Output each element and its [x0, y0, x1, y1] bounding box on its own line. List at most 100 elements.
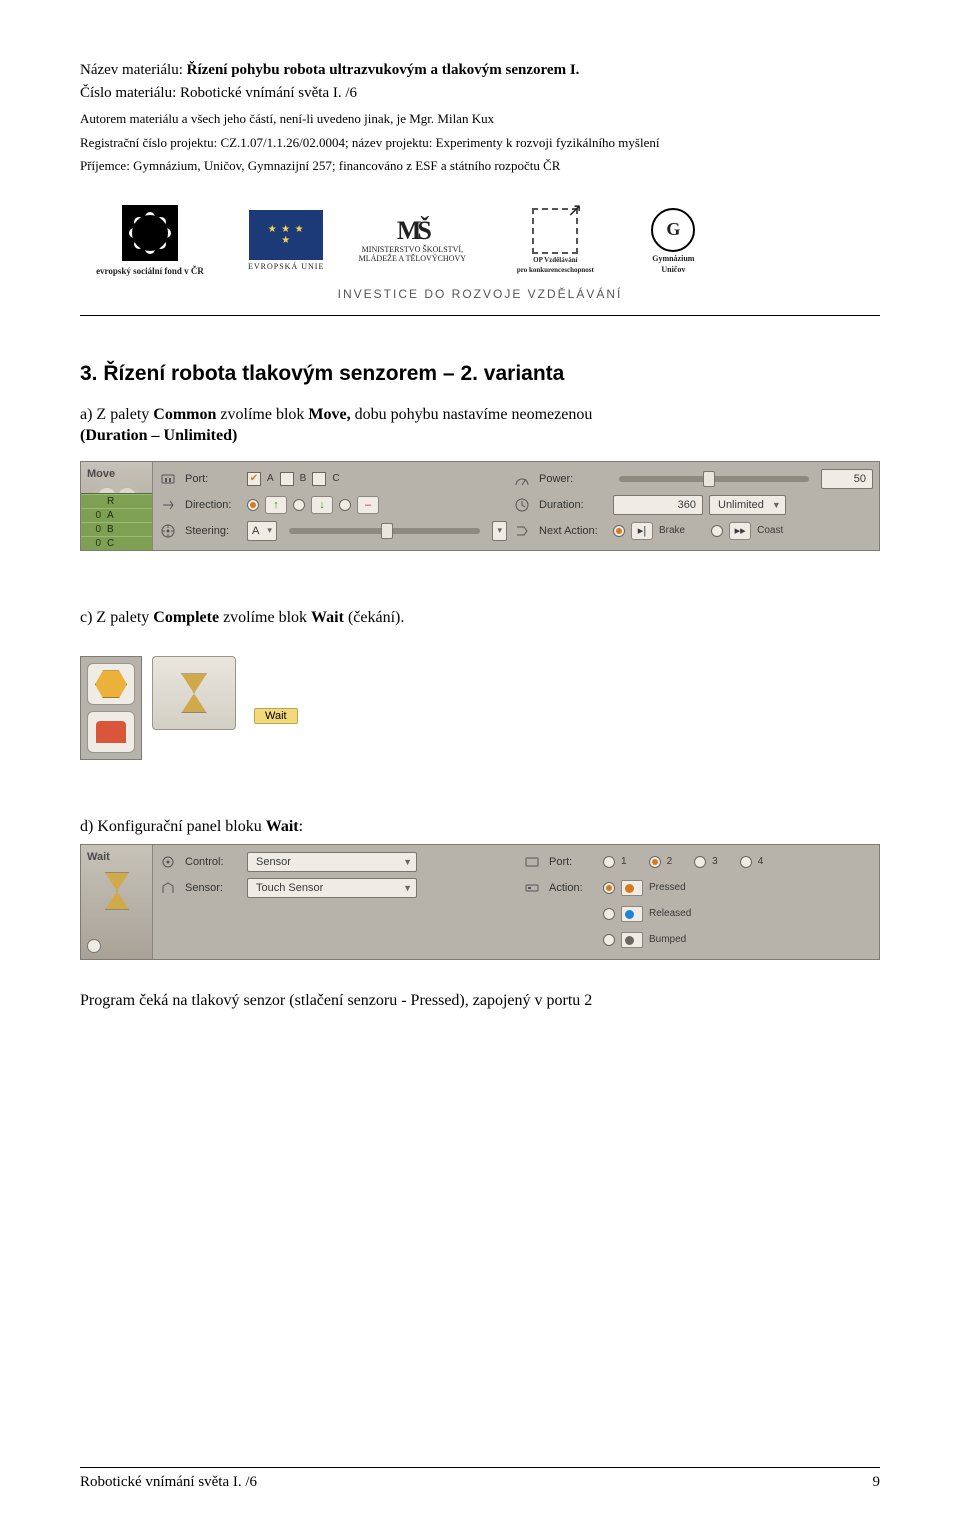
direction-label: Direction: — [185, 499, 241, 511]
opvk-logo: OP Vzdělávání pro konkurenceschopnost — [500, 208, 610, 274]
gym-line2: Uničov — [661, 265, 685, 274]
wait-port-radios: 1 2 3 4 — [603, 856, 873, 868]
released-radio[interactable] — [603, 908, 615, 920]
port1-lab: 1 — [621, 856, 627, 867]
duration-value[interactable]: 360 — [613, 495, 703, 515]
palette-slot[interactable] — [87, 663, 135, 705]
palette-strip — [80, 656, 142, 760]
logo-strip: evropský sociální fond v ČR EVROPSKÁ UNI… — [80, 197, 880, 281]
loop-block-icon — [95, 670, 127, 698]
wait-block[interactable] — [152, 656, 236, 730]
duration-icon — [513, 496, 531, 514]
port-label: Port: — [185, 473, 241, 485]
coast-icon: ▸▸ — [729, 522, 751, 540]
action-label: Action: — [549, 882, 597, 894]
control-dropdown[interactable]: Sensor▼ — [247, 852, 417, 872]
eu-caption: EVROPSKÁ UNIE — [248, 262, 324, 271]
released-label: Released — [649, 908, 691, 919]
sensor-dropdown[interactable]: Touch Sensor▼ — [247, 878, 417, 898]
esf-icon — [122, 205, 178, 261]
para-c: c) Z palety Complete zvolíme blok Wait (… — [80, 607, 880, 629]
steering-slider[interactable] — [289, 528, 481, 534]
hourglass-icon — [177, 673, 211, 713]
dir-back-radio[interactable] — [293, 499, 305, 511]
sensor-icon — [159, 879, 177, 897]
para-a-pre: a) Z palety — [80, 406, 153, 423]
reset-icon[interactable] — [87, 939, 101, 953]
brake-radio[interactable] — [613, 525, 625, 537]
opvk-line2: pro konkurenceschopnost — [517, 266, 594, 274]
port-b-checkbox[interactable] — [280, 472, 294, 486]
gym-icon: G — [651, 208, 695, 252]
port-c-lab: C — [332, 473, 339, 484]
invest-line: INVESTICE DO ROZVOJE VZDĚLÁVÁNÍ — [80, 287, 880, 301]
para-d-pre: d) Konfigurační panel bloku — [80, 818, 266, 835]
steering-icon — [159, 522, 177, 540]
coast-label: Coast — [757, 525, 783, 536]
port2-lab: 2 — [667, 856, 673, 867]
steer-right-dropdown[interactable]: ▾ — [492, 521, 507, 541]
coast-radio[interactable] — [711, 525, 723, 537]
direction-cell: ↑ ↓ – — [247, 496, 507, 514]
port4-radio[interactable] — [740, 856, 752, 868]
para-c-b1: Complete — [153, 609, 219, 626]
para-a-b1: Common — [153, 406, 216, 423]
next-action-label: Next Action: — [539, 525, 607, 537]
power-cell: 50 — [613, 469, 873, 489]
action-released-row: Released — [603, 906, 873, 922]
move-side: Move R 0A 0B 0C — [81, 462, 153, 550]
pressed-radio[interactable] — [603, 882, 615, 894]
bumped-radio[interactable] — [603, 934, 615, 946]
dir-fwd-radio[interactable] — [247, 499, 259, 511]
para-c-post: (čekání). — [344, 609, 404, 626]
port4-lab: 4 — [758, 856, 764, 867]
bumped-label: Bumped — [649, 934, 686, 945]
port-checkboxes: A B C — [247, 472, 507, 486]
wait-config-panel: Wait Control: Sensor▼ Port: 1 2 3 4 — [80, 844, 880, 960]
side-c: C — [107, 538, 114, 549]
wait-panel-name: Wait — [83, 849, 114, 865]
power-slider[interactable] — [619, 476, 809, 482]
pressed-icon — [621, 880, 643, 896]
port-label: Port: — [549, 856, 597, 868]
side-a: A — [107, 510, 114, 521]
esf-caption: evropský sociální fond v ČR — [96, 267, 204, 277]
para-program: Program čeká na tlakový senzor (stlačení… — [80, 990, 880, 1012]
palette-slot[interactable] — [87, 711, 135, 753]
brake-icon: ▸| — [631, 522, 653, 540]
side-a-n: 0 — [85, 510, 101, 521]
port-c-checkbox[interactable] — [312, 472, 326, 486]
eu-logo: EVROPSKÁ UNIE — [248, 210, 324, 271]
port2-radio[interactable] — [649, 856, 661, 868]
control-label: Control: — [185, 856, 241, 868]
chevron-down-icon: ▼ — [772, 500, 781, 510]
dir-stop-radio[interactable] — [339, 499, 351, 511]
steer-left-dropdown[interactable]: A▾ — [247, 521, 277, 541]
next-action-cell: ▸| Brake ▸▸ Coast — [613, 522, 873, 540]
eu-flag-icon — [249, 210, 323, 260]
side-c-n: 0 — [85, 538, 101, 549]
sensor-label: Sensor: — [185, 882, 241, 894]
msmt-logo: MŠ MINISTERSTVO ŠKOLSTVÍ, MLÁDEŽE A TĚLO… — [352, 217, 472, 263]
footer: Robotické vnímání světa I. /6 9 — [80, 1467, 880, 1491]
brake-label: Brake — [659, 525, 685, 536]
para-a-b2: Move, — [308, 406, 354, 423]
duration-unit-dropdown[interactable]: Unlimited▼ — [709, 495, 786, 515]
port-a-checkbox[interactable] — [247, 472, 261, 486]
para-c-pre: c) Z palety — [80, 609, 153, 626]
footer-left: Robotické vnímání světa I. /6 — [80, 1474, 257, 1491]
power-icon — [513, 470, 531, 488]
port1-radio[interactable] — [603, 856, 615, 868]
para-a-b3: (Duration – Unlimited) — [80, 427, 237, 444]
pressed-label: Pressed — [649, 882, 686, 893]
side-r: R — [107, 496, 114, 507]
para-a-post: dobu pohybu nastavíme neomezenou — [355, 406, 593, 423]
action-bumped-row: Bumped — [603, 932, 873, 948]
port3-radio[interactable] — [694, 856, 706, 868]
power-value[interactable]: 50 — [821, 469, 873, 489]
power-label: Power: — [539, 473, 607, 485]
arrow-down-icon: ↓ — [311, 496, 333, 514]
number-line: Číslo materiálu: Robotické vnímání světa… — [80, 83, 880, 104]
action-icon — [523, 879, 541, 897]
port-icon — [159, 470, 177, 488]
